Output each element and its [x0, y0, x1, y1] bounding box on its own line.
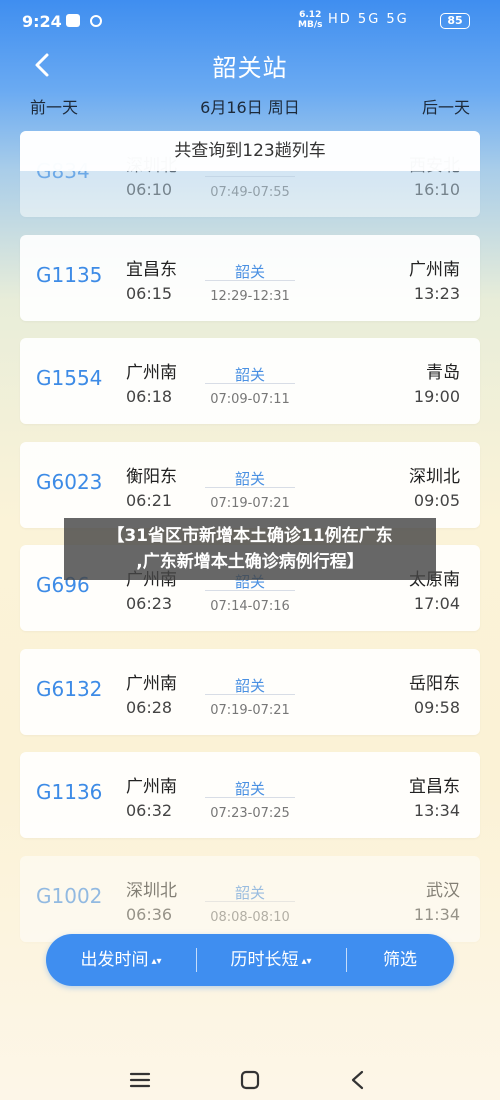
train-card[interactable]: G1554 广州南 06:18 韶关 07:09-07:11 青岛 19:00 — [20, 338, 480, 424]
arrival-station: 武汉 — [426, 880, 460, 901]
filter-button[interactable]: 筛选 — [346, 934, 454, 986]
arrival-time: 11:34 — [413, 904, 460, 924]
arrival-time: 13:34 — [413, 801, 460, 820]
sort-duration-button[interactable]: 历时长短 ▴▾ — [196, 934, 346, 986]
result-count-banner: 共查询到123趟列车 — [20, 131, 480, 171]
arrival-time: 19:00 — [413, 387, 460, 406]
home-button[interactable] — [236, 1066, 264, 1094]
arrival-station: 广州南 — [409, 259, 460, 280]
arrival-station: 岳阳东 — [409, 673, 460, 694]
filter-label: 筛选 — [383, 950, 417, 970]
via-stop-time: 07:14-07:16 — [210, 599, 290, 614]
via-stop-time: 08:08-08:10 — [210, 909, 290, 925]
via-divider-line — [205, 797, 295, 798]
via-divider-line — [205, 279, 295, 281]
arrival-station: 深圳北 — [409, 466, 460, 487]
arrival-station: 青岛 — [426, 363, 460, 383]
back-triangle-icon — [351, 1070, 364, 1090]
sort-arrows-icon: ▴▾ — [301, 956, 312, 967]
via-stop-time: 07:19-07:21 — [210, 702, 290, 718]
via-stop-time: 07:09-07:11 — [210, 392, 290, 407]
via-stop-time: 07:23-07:25 — [210, 806, 290, 821]
system-nav-bar — [0, 1060, 500, 1100]
caption-line-2: ,广东新增本土确诊病例行程】 — [136, 552, 364, 572]
via-divider-line — [205, 590, 295, 591]
via-station: 韶关 — [234, 366, 265, 384]
arrival-time: 09:05 — [413, 490, 460, 510]
system-back-button[interactable] — [344, 1066, 372, 1094]
via-divider-line — [205, 693, 295, 695]
via-divider-line — [205, 900, 295, 902]
via-station: 韶关 — [234, 883, 265, 902]
menu-icon — [129, 1072, 151, 1088]
sort-duration-label: 历时长短 — [230, 950, 299, 970]
via-divider-line — [205, 176, 295, 177]
train-card[interactable]: G6132 广州南 06:28 韶关 07:19-07:21 岳阳东 09:58 — [20, 648, 480, 735]
sort-departure-time-button[interactable]: 出发时间 ▴▾ — [46, 934, 196, 986]
via-divider-line — [205, 383, 295, 384]
arrival-time: 16:10 — [413, 180, 460, 199]
train-card[interactable]: G1002 深圳北 06:36 韶关 08:08-08:10 武汉 11:34 — [20, 855, 480, 942]
train-card[interactable]: G1135 宜昌东 06:15 韶关 12:29-12:31 广州南 13:23 — [20, 234, 480, 321]
sort-departure-time-label: 出发时间 — [80, 950, 149, 970]
caption-line-1: 【31省区市新增本土确诊11例在广东 — [107, 526, 393, 546]
arrival-station: 宜昌东 — [409, 777, 460, 797]
via-stop-time: 07:19-07:21 — [210, 495, 290, 511]
via-stop-time: 12:29-12:31 — [210, 288, 290, 304]
sort-filter-bar: 出发时间 ▴▾ 历时长短 ▴▾ 筛选 — [46, 934, 454, 986]
home-square-icon — [240, 1070, 260, 1090]
via-stop-time: 07:49-07:55 — [210, 185, 290, 200]
news-overlay-caption: 【31省区市新增本土确诊11例在广东 ,广东新增本土确诊病例行程】 — [64, 518, 436, 580]
arrival-time: 13:23 — [413, 283, 460, 303]
recent-apps-button[interactable] — [126, 1066, 154, 1094]
via-divider-line — [205, 486, 295, 488]
sort-arrows-icon: ▴▾ — [151, 956, 162, 967]
arrival-time: 09:58 — [413, 697, 460, 717]
arrival-time: 17:04 — [413, 594, 460, 613]
train-card[interactable]: G6023 衡阳东 06:21 韶关 07:19-07:21 深圳北 09:05 — [20, 441, 480, 528]
train-card[interactable]: G1136 广州南 06:32 韶关 07:23-07:25 宜昌东 13:34 — [20, 752, 480, 838]
